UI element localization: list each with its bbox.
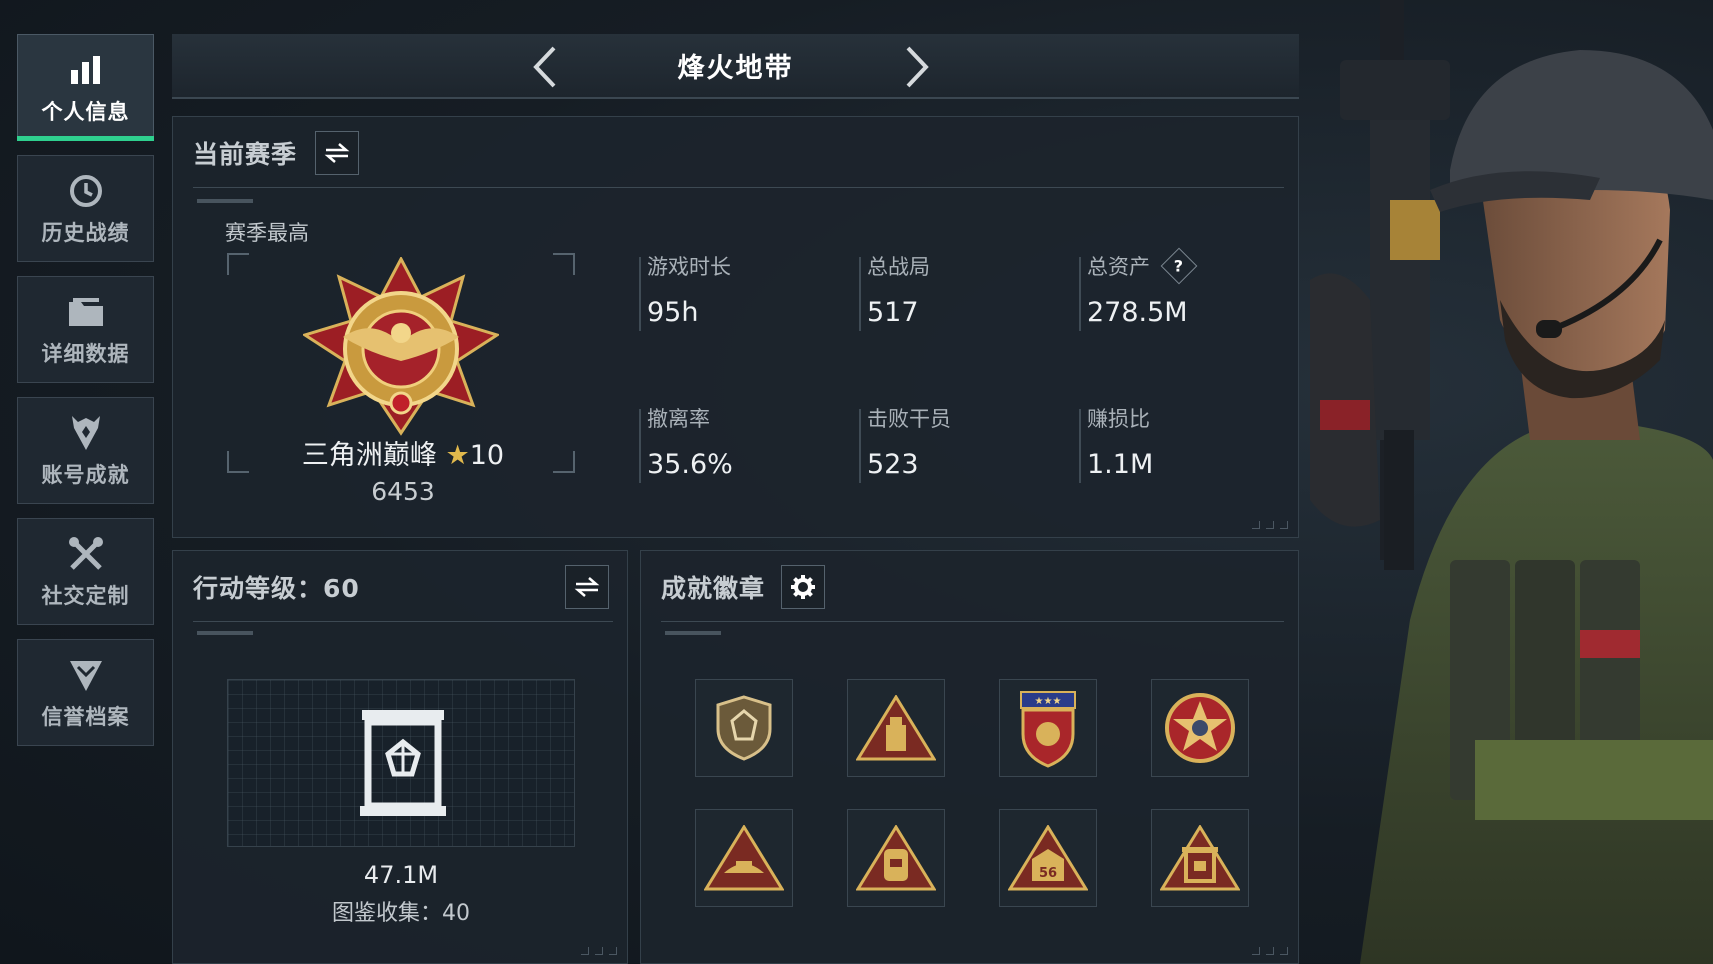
decor-dots: [1252, 521, 1288, 529]
stat-label: 总资产: [1087, 255, 1150, 279]
collection-schematic: [227, 679, 575, 847]
divider: [661, 621, 1284, 622]
badge-triangle-vault[interactable]: [1151, 809, 1249, 907]
stat-label: 击败干员: [867, 407, 951, 431]
triangle-badge-icon: [856, 695, 936, 761]
sidebar-item-label: 信誉档案: [41, 704, 130, 729]
achievement-icon: [66, 413, 106, 453]
bar-chart-icon: [66, 50, 106, 90]
credit-shield-icon: [66, 655, 106, 695]
badge-triangle-hat[interactable]: [695, 809, 793, 907]
rank-points: 6453: [371, 477, 435, 506]
collection-count: 图鉴收集：40: [332, 901, 470, 926]
rank-star-icon: ★: [445, 440, 470, 471]
mode-title: 烽火地带: [677, 53, 794, 84]
decor-tick: [197, 199, 253, 203]
stat-value: 35.6%: [647, 449, 733, 480]
triangle-vault-badge-icon: [1160, 825, 1240, 891]
stat-label: 游戏时长: [647, 255, 731, 279]
divider: [193, 187, 1284, 188]
stat-value: 278.5M: [1087, 297, 1188, 328]
swap-icon: [574, 577, 600, 597]
achievement-settings-button[interactable]: [781, 565, 826, 609]
level-switch-button[interactable]: [565, 565, 609, 609]
badge-shield[interactable]: [695, 679, 793, 777]
svg-text:★★★: ★★★: [1035, 696, 1062, 707]
season-panel: 当前赛季 赛季最高 三角洲巅峰 ★10 6453 游戏时长 95h 总战局 51…: [172, 116, 1299, 538]
collection-vault-icon: [360, 710, 446, 816]
triangle-56-badge-icon: 56: [1008, 825, 1088, 891]
divider: [193, 621, 613, 622]
stat-profit-loss-ratio: 赚损比 1.1M: [1079, 403, 1279, 483]
decor-dots: [581, 947, 617, 955]
clock-icon: [66, 171, 106, 211]
decor-tick: [665, 631, 721, 635]
rank-level: 10: [469, 440, 505, 471]
triangle-hat-badge-icon: [704, 825, 784, 891]
mode-title-bar: 烽火地带: [172, 34, 1299, 99]
chevron-right-icon: [906, 46, 929, 88]
rank-name: 三角洲巅峰: [301, 440, 437, 471]
badge-number: 56: [1039, 866, 1057, 881]
star-medal-badge-icon: [1165, 693, 1235, 763]
achievement-badges-panel: 成就徽章 ★★★ 56: [640, 550, 1299, 964]
season-switch-button[interactable]: [315, 131, 360, 175]
sidebar-item-label: 历史战绩: [41, 220, 130, 245]
next-mode-button[interactable]: [894, 44, 938, 90]
chevron-left-icon: [533, 46, 556, 88]
swap-icon: [324, 143, 350, 163]
season-best-label: 赛季最高: [225, 221, 309, 245]
shield-badge-icon: [716, 695, 772, 761]
sidebar-item-personal-info[interactable]: 个人信息: [17, 34, 154, 141]
triangle-pack-badge-icon: [856, 825, 936, 891]
sidebar-item-label: 详细数据: [41, 341, 130, 366]
stat-total-matches: 总战局 517: [859, 251, 1059, 331]
sidebar-item-social[interactable]: 社交定制: [17, 518, 154, 625]
collection-value: 47.1M: [363, 861, 439, 889]
sidebar-item-history[interactable]: 历史战绩: [17, 155, 154, 262]
operation-level-panel: 行动等级：60 47.1M 图鉴收集：40: [172, 550, 628, 964]
rank-medal-icon: [303, 257, 499, 436]
stat-label: 总战局: [867, 255, 930, 279]
sidebar-item-achievements[interactable]: 账号成就: [17, 397, 154, 504]
operator-character-illustration: [1310, 0, 1713, 964]
rank-name-row: 三角洲巅峰 ★10: [173, 433, 633, 472]
stat-label: 赚损比: [1087, 407, 1150, 431]
sidebar-item-detailed-data[interactable]: 详细数据: [17, 276, 154, 383]
badge-triangle-tower[interactable]: [847, 679, 945, 777]
stat-value: 95h: [647, 297, 699, 328]
decor-tick: [197, 631, 253, 635]
sidebar-item-label: 账号成就: [41, 462, 130, 487]
star-shield-badge-icon: ★★★: [1020, 691, 1076, 768]
operation-level-title: 行动等级：60: [193, 574, 360, 603]
sidebar: 个人信息 历史战绩 详细数据 账号成就 社交定制 信誉档案: [17, 34, 154, 760]
sidebar-item-label: 个人信息: [41, 99, 130, 124]
gear-icon: [791, 575, 816, 599]
sidebar-item-credit[interactable]: 信誉档案: [17, 639, 154, 746]
stat-label: 撤离率: [647, 407, 710, 431]
stat-extraction-rate: 撤离率 35.6%: [639, 403, 839, 483]
stat-operators-defeated: 击败干员 523: [859, 403, 1059, 483]
badge-triangle-pack[interactable]: [847, 809, 945, 907]
help-icon[interactable]: ?: [1160, 247, 1198, 285]
stat-play-time: 游戏时长 95h: [639, 251, 839, 331]
prev-mode-button[interactable]: [524, 44, 568, 90]
decor-dots: [1252, 947, 1288, 955]
folder-icon: [66, 292, 106, 332]
stat-value: 523: [867, 449, 919, 480]
stat-value: 1.1M: [1087, 449, 1154, 480]
badge-star-shield[interactable]: ★★★: [999, 679, 1097, 777]
badge-star-medal[interactable]: [1151, 679, 1249, 777]
stat-value: 517: [867, 297, 919, 328]
season-title: 当前赛季: [193, 140, 298, 169]
sidebar-item-label: 社交定制: [41, 583, 130, 608]
achievement-title: 成就徽章: [661, 574, 766, 603]
tools-icon: [66, 534, 106, 574]
badge-triangle-56[interactable]: 56: [999, 809, 1097, 907]
stat-total-assets: 总资产 ? 278.5M: [1079, 247, 1279, 331]
